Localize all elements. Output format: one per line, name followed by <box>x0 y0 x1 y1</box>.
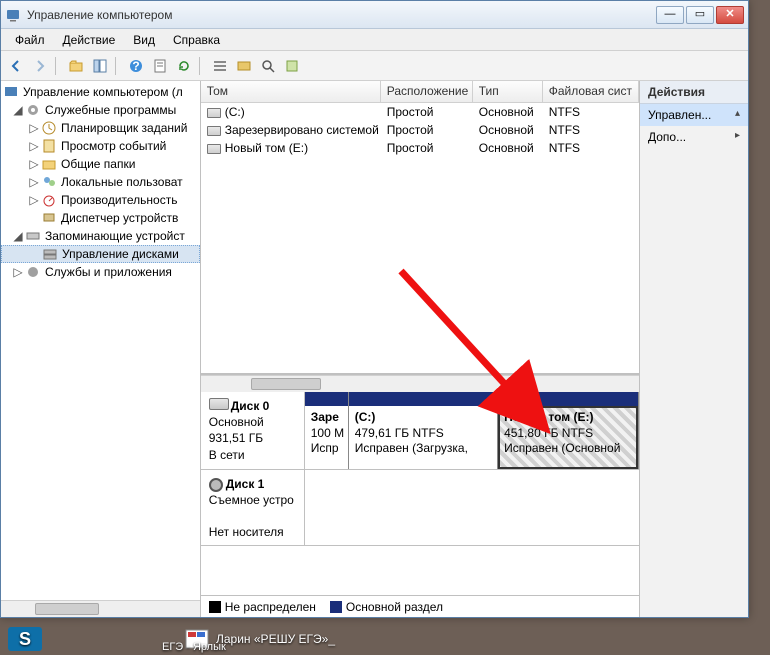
tree-root[interactable]: Управление компьютером (л <box>1 83 200 101</box>
help-button[interactable]: ? <box>125 55 147 77</box>
volume-row[interactable]: Зарезервировано системой Простой Основно… <box>201 121 639 139</box>
tree-disk-management[interactable]: Управление дисками <box>1 245 200 263</box>
taskbar-app-icon[interactable]: S <box>8 627 42 651</box>
disk-row: Диск 0 Основной 931,51 ГБ В сети Заре100… <box>201 392 639 470</box>
maximize-button[interactable]: ▭ <box>686 6 714 24</box>
tree-performance[interactable]: ▷Производительность <box>1 191 200 209</box>
minimize-button[interactable]: — <box>656 6 684 24</box>
extra-button[interactable] <box>281 55 303 77</box>
app-icon <box>5 7 21 23</box>
menu-file[interactable]: Файл <box>7 31 53 49</box>
tree-pane: Управление компьютером (л ◢Служебные про… <box>1 81 201 617</box>
volume-row[interactable]: Новый том (E:) Простой Основной NTFS <box>201 139 639 157</box>
volume-icon <box>207 108 221 118</box>
separator-icon <box>115 57 121 75</box>
legend: Не распределен Основной раздел <box>201 595 639 617</box>
svg-text:?: ? <box>132 59 139 73</box>
disk1-label[interactable]: Диск 1 Съемное устро Нет носителя <box>201 470 305 545</box>
tree-device-manager[interactable]: Диспетчер устройств <box>1 209 200 227</box>
col-layout[interactable]: Расположение <box>381 81 473 102</box>
menu-help[interactable]: Справка <box>165 31 228 49</box>
actions-pane: Действия Управлен...▴ Допо...▸ <box>640 81 748 617</box>
chevron-up-icon: ▴ <box>735 108 740 122</box>
taskbar: S Ларин «РЕШУ ЕГЭ»_ <box>0 623 770 655</box>
action-manage[interactable]: Управлен...▴ <box>640 104 748 126</box>
col-filesystem[interactable]: Файловая сист <box>543 81 639 102</box>
partition-c[interactable]: (C:)479,61 ГБ NTFSИсправен (Загрузка, <box>349 392 498 469</box>
legend-unallocated-icon <box>209 601 221 613</box>
desktop-file-label[interactable]: ЕГЭ - Ярлык <box>162 641 226 653</box>
computer-management-window: Управление компьютером — ▭ ✕ Файл Действ… <box>0 0 749 618</box>
titlebar[interactable]: Управление компьютером — ▭ ✕ <box>1 1 748 29</box>
tree-events[interactable]: ▷Просмотр событий <box>1 137 200 155</box>
action-more[interactable]: Допо...▸ <box>640 126 748 148</box>
volume-list-header: Том Расположение Тип Файловая сист <box>201 81 639 103</box>
actions-header: Действия <box>640 81 748 104</box>
find-button[interactable] <box>257 55 279 77</box>
tree-system-tools[interactable]: ◢Служебные программы <box>1 101 200 119</box>
tree-shared-folders[interactable]: ▷Общие папки <box>1 155 200 173</box>
list-view-button[interactable] <box>209 55 231 77</box>
menu-view[interactable]: Вид <box>125 31 163 49</box>
chevron-right-icon: ▸ <box>735 130 740 144</box>
tree-services[interactable]: ▷Службы и приложения <box>1 263 200 281</box>
up-button[interactable] <box>65 55 87 77</box>
removable-icon <box>209 478 223 492</box>
back-button[interactable] <box>5 55 27 77</box>
col-volume[interactable]: Том <box>201 81 381 102</box>
settings-button[interactable] <box>233 55 255 77</box>
properties-button[interactable] <box>149 55 171 77</box>
volume-list-scrollbar[interactable] <box>201 375 639 392</box>
disk0-label[interactable]: Диск 0 Основной 931,51 ГБ В сети <box>201 392 305 469</box>
tree-storage[interactable]: ◢Запоминающие устройст <box>1 227 200 245</box>
partition-reserved[interactable]: Заре100 МИспр <box>305 392 349 469</box>
volume-list: Том Расположение Тип Файловая сист (C:) … <box>201 81 639 375</box>
window-title: Управление компьютером <box>27 8 656 22</box>
center-pane: Том Расположение Тип Файловая сист (C:) … <box>201 81 640 617</box>
show-hide-tree-button[interactable] <box>89 55 111 77</box>
close-button[interactable]: ✕ <box>716 6 744 24</box>
menu-action[interactable]: Действие <box>55 31 124 49</box>
volume-icon <box>207 144 221 154</box>
legend-primary-icon <box>330 601 342 613</box>
content-area: Управление компьютером (л ◢Служебные про… <box>1 81 748 617</box>
toolbar: ? <box>1 51 748 81</box>
disk-row: Диск 1 Съемное устро Нет носителя <box>201 470 639 546</box>
volume-icon <box>207 126 221 136</box>
tree-horizontal-scrollbar[interactable] <box>1 600 200 617</box>
forward-button[interactable] <box>29 55 51 77</box>
disk-graphic-area: Диск 0 Основной 931,51 ГБ В сети Заре100… <box>201 392 639 617</box>
refresh-button[interactable] <box>173 55 195 77</box>
disk-icon <box>209 398 229 410</box>
menubar: Файл Действие Вид Справка <box>1 29 748 51</box>
desktop-file-label[interactable]: Ларин «РЕШУ ЕГЭ»_ <box>216 632 335 646</box>
partition-e[interactable]: Новый том (E:)451,80 ГБ NTFSИсправен (Ос… <box>498 392 639 469</box>
volume-row[interactable]: (C:) Простой Основной NTFS <box>201 103 639 121</box>
col-type[interactable]: Тип <box>473 81 543 102</box>
separator-icon <box>199 57 205 75</box>
tree-scheduler[interactable]: ▷Планировщик заданий <box>1 119 200 137</box>
tree-local-users[interactable]: ▷Локальные пользоват <box>1 173 200 191</box>
separator-icon <box>55 57 61 75</box>
